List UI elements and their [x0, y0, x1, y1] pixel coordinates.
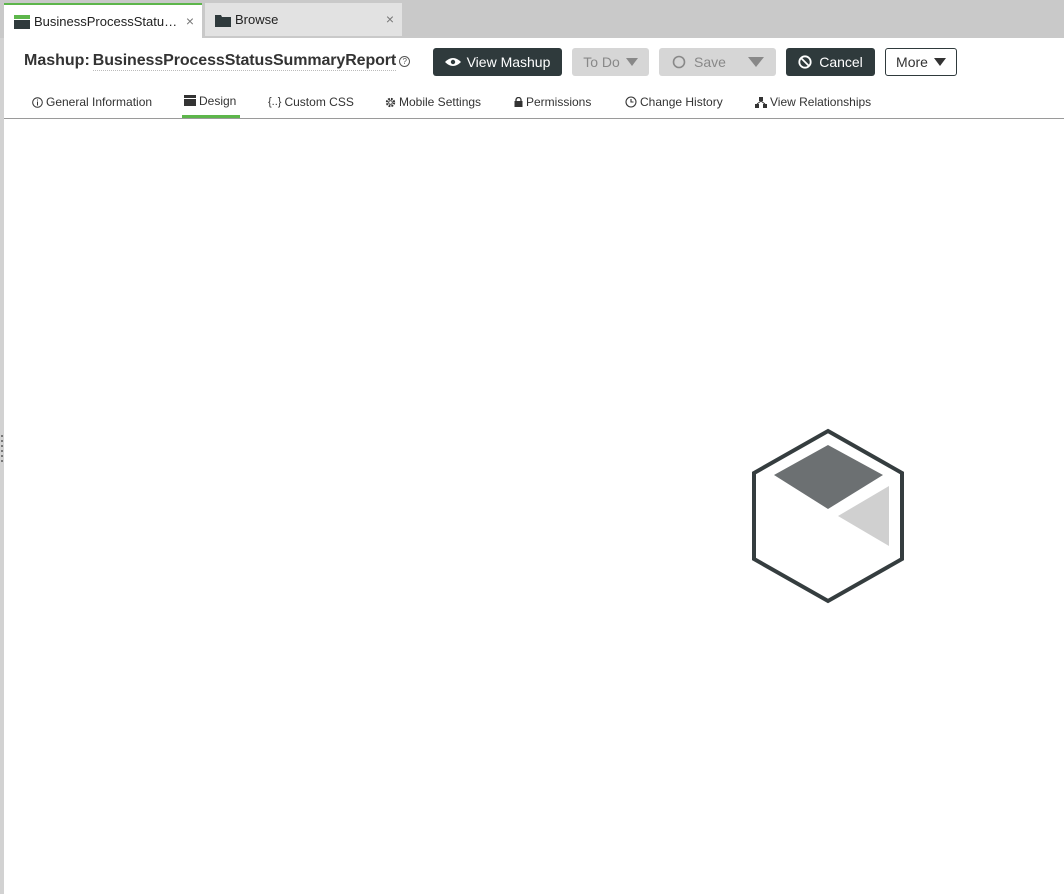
- clock-icon: [625, 96, 637, 108]
- help-icon[interactable]: ?: [399, 56, 411, 67]
- ban-icon: [798, 55, 812, 69]
- eye-icon: [444, 58, 461, 66]
- entity-type-label: Mashup:: [24, 52, 90, 69]
- tab-label: BusinessProcessStatusSummaryReport: [34, 14, 182, 29]
- tab-change-history[interactable]: Change History: [625, 86, 723, 118]
- tab-general-information[interactable]: General Information: [32, 86, 152, 118]
- todo-button[interactable]: To Do: [572, 48, 649, 76]
- tab-browse[interactable]: Browse ×: [205, 3, 402, 36]
- tab-design[interactable]: Design: [182, 86, 241, 118]
- tab-custom-css[interactable]: {..} Custom CSS: [268, 86, 354, 118]
- tab-label: Browse: [235, 12, 279, 27]
- save-button[interactable]: Save: [659, 48, 776, 76]
- design-icon: [184, 95, 196, 106]
- caret-down-icon: [625, 58, 638, 66]
- folder-icon: [215, 14, 231, 27]
- relationships-icon: [755, 96, 767, 108]
- loading-logo-icon: [752, 428, 904, 604]
- section-tabs: General Information Design {..} Custom C…: [4, 86, 1064, 119]
- tab-business-process-status[interactable]: BusinessProcessStatusSummaryReport ×: [4, 3, 202, 38]
- mashup-icon: [14, 14, 30, 29]
- caret-down-icon: [933, 58, 946, 66]
- info-icon: [32, 96, 43, 108]
- braces-icon: {..}: [268, 96, 282, 108]
- tab-mobile-settings[interactable]: Mobile Settings: [385, 86, 481, 118]
- save-dropdown-caret-icon[interactable]: [748, 57, 764, 67]
- tab-permissions[interactable]: Permissions: [514, 86, 591, 118]
- view-mashup-button[interactable]: View Mashup: [433, 48, 562, 76]
- entity-name[interactable]: BusinessProcessStatusSummaryReport: [92, 52, 396, 71]
- circle-icon: [672, 55, 686, 69]
- tab-view-relationships[interactable]: View Relationships: [755, 86, 871, 118]
- lock-icon: [514, 97, 523, 107]
- close-icon[interactable]: ×: [186, 13, 194, 29]
- page-title: Mashup: BusinessProcessStatusSummaryRepo…: [24, 52, 411, 71]
- cancel-button[interactable]: Cancel: [786, 48, 875, 76]
- close-icon[interactable]: ×: [386, 11, 394, 27]
- tab-strip: BusinessProcessStatusSummaryReport × Bro…: [0, 0, 1064, 38]
- more-button[interactable]: More: [885, 48, 957, 76]
- gear-icon: [385, 97, 396, 107]
